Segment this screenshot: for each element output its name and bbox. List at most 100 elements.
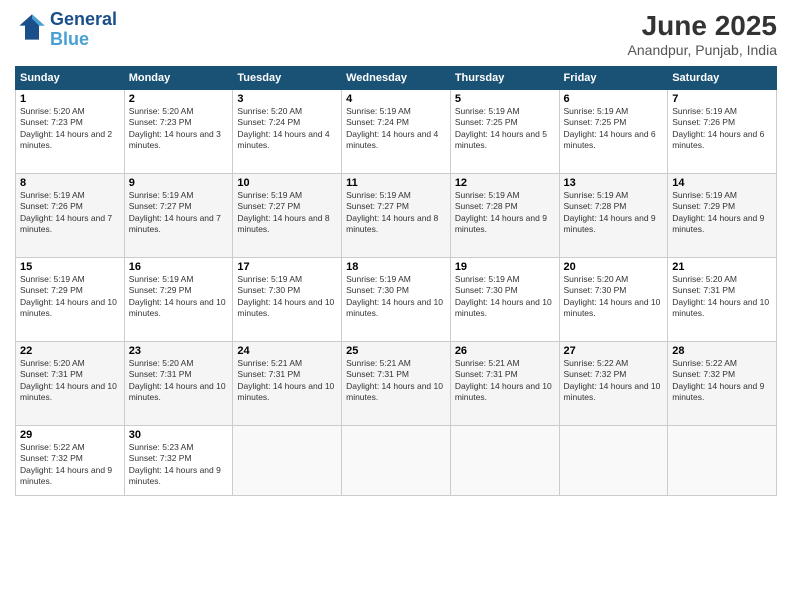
day-number: 4 (346, 93, 446, 105)
day-info: Sunrise: 5:22 AMSunset: 7:32 PMDaylight:… (564, 358, 664, 404)
day-info: Sunrise: 5:19 AMSunset: 7:27 PMDaylight:… (129, 190, 229, 236)
day-number: 3 (237, 93, 337, 105)
day-cell: 23 Sunrise: 5:20 AMSunset: 7:31 PMDaylig… (124, 342, 233, 426)
day-info: Sunrise: 5:19 AMSunset: 7:24 PMDaylight:… (346, 106, 446, 152)
day-number: 7 (672, 93, 772, 105)
day-cell (342, 426, 451, 496)
day-cell: 11 Sunrise: 5:19 AMSunset: 7:27 PMDaylig… (342, 174, 451, 258)
day-cell: 28 Sunrise: 5:22 AMSunset: 7:32 PMDaylig… (668, 342, 777, 426)
day-number: 15 (20, 261, 120, 273)
day-info: Sunrise: 5:19 AMSunset: 7:27 PMDaylight:… (346, 190, 446, 236)
col-header-monday: Monday (124, 67, 233, 90)
day-cell: 20 Sunrise: 5:20 AMSunset: 7:30 PMDaylig… (559, 258, 668, 342)
calendar-subtitle: Anandpur, Punjab, India (628, 42, 777, 58)
day-cell: 12 Sunrise: 5:19 AMSunset: 7:28 PMDaylig… (450, 174, 559, 258)
day-number: 23 (129, 345, 229, 357)
day-number: 9 (129, 177, 229, 189)
day-info: Sunrise: 5:19 AMSunset: 7:25 PMDaylight:… (455, 106, 555, 152)
day-number: 28 (672, 345, 772, 357)
day-cell: 22 Sunrise: 5:20 AMSunset: 7:31 PMDaylig… (16, 342, 125, 426)
day-number: 8 (20, 177, 120, 189)
day-cell: 25 Sunrise: 5:21 AMSunset: 7:31 PMDaylig… (342, 342, 451, 426)
day-info: Sunrise: 5:19 AMSunset: 7:30 PMDaylight:… (455, 274, 555, 320)
col-header-friday: Friday (559, 67, 668, 90)
day-number: 22 (20, 345, 120, 357)
day-cell: 13 Sunrise: 5:19 AMSunset: 7:28 PMDaylig… (559, 174, 668, 258)
day-cell: 14 Sunrise: 5:19 AMSunset: 7:29 PMDaylig… (668, 174, 777, 258)
day-cell: 4 Sunrise: 5:19 AMSunset: 7:24 PMDayligh… (342, 90, 451, 174)
day-info: Sunrise: 5:19 AMSunset: 7:25 PMDaylight:… (564, 106, 664, 152)
day-cell: 21 Sunrise: 5:20 AMSunset: 7:31 PMDaylig… (668, 258, 777, 342)
logo: General Blue (15, 10, 117, 50)
day-number: 29 (20, 429, 120, 441)
day-info: Sunrise: 5:20 AMSunset: 7:31 PMDaylight:… (129, 358, 229, 404)
day-info: Sunrise: 5:20 AMSunset: 7:23 PMDaylight:… (20, 106, 120, 152)
day-info: Sunrise: 5:19 AMSunset: 7:30 PMDaylight:… (237, 274, 337, 320)
day-number: 17 (237, 261, 337, 273)
day-cell: 27 Sunrise: 5:22 AMSunset: 7:32 PMDaylig… (559, 342, 668, 426)
day-number: 20 (564, 261, 664, 273)
day-cell: 10 Sunrise: 5:19 AMSunset: 7:27 PMDaylig… (233, 174, 342, 258)
week-row-2: 8 Sunrise: 5:19 AMSunset: 7:26 PMDayligh… (16, 174, 777, 258)
day-info: Sunrise: 5:19 AMSunset: 7:28 PMDaylight:… (455, 190, 555, 236)
day-number: 5 (455, 93, 555, 105)
day-number: 16 (129, 261, 229, 273)
day-info: Sunrise: 5:20 AMSunset: 7:31 PMDaylight:… (672, 274, 772, 320)
day-number: 14 (672, 177, 772, 189)
page: General Blue June 2025 Anandpur, Punjab,… (0, 0, 792, 612)
day-number: 25 (346, 345, 446, 357)
day-cell: 9 Sunrise: 5:19 AMSunset: 7:27 PMDayligh… (124, 174, 233, 258)
day-info: Sunrise: 5:20 AMSunset: 7:30 PMDaylight:… (564, 274, 664, 320)
day-cell: 7 Sunrise: 5:19 AMSunset: 7:26 PMDayligh… (668, 90, 777, 174)
day-number: 2 (129, 93, 229, 105)
logo-text-blue: Blue (50, 30, 117, 50)
day-number: 13 (564, 177, 664, 189)
col-header-tuesday: Tuesday (233, 67, 342, 90)
day-info: Sunrise: 5:19 AMSunset: 7:29 PMDaylight:… (129, 274, 229, 320)
header-row: SundayMondayTuesdayWednesdayThursdayFrid… (16, 67, 777, 90)
day-info: Sunrise: 5:21 AMSunset: 7:31 PMDaylight:… (346, 358, 446, 404)
day-info: Sunrise: 5:21 AMSunset: 7:31 PMDaylight:… (237, 358, 337, 404)
day-cell: 26 Sunrise: 5:21 AMSunset: 7:31 PMDaylig… (450, 342, 559, 426)
calendar-title: June 2025 (628, 10, 777, 42)
day-cell (233, 426, 342, 496)
logo-text-general: General (50, 10, 117, 30)
day-info: Sunrise: 5:19 AMSunset: 7:29 PMDaylight:… (672, 190, 772, 236)
week-row-4: 22 Sunrise: 5:20 AMSunset: 7:31 PMDaylig… (16, 342, 777, 426)
day-cell (559, 426, 668, 496)
day-cell (668, 426, 777, 496)
day-info: Sunrise: 5:20 AMSunset: 7:23 PMDaylight:… (129, 106, 229, 152)
day-cell: 29 Sunrise: 5:22 AMSunset: 7:32 PMDaylig… (16, 426, 125, 496)
day-cell: 19 Sunrise: 5:19 AMSunset: 7:30 PMDaylig… (450, 258, 559, 342)
day-number: 24 (237, 345, 337, 357)
col-header-wednesday: Wednesday (342, 67, 451, 90)
day-info: Sunrise: 5:20 AMSunset: 7:31 PMDaylight:… (20, 358, 120, 404)
day-cell: 30 Sunrise: 5:23 AMSunset: 7:32 PMDaylig… (124, 426, 233, 496)
day-info: Sunrise: 5:23 AMSunset: 7:32 PMDaylight:… (129, 442, 229, 488)
day-number: 30 (129, 429, 229, 441)
week-row-5: 29 Sunrise: 5:22 AMSunset: 7:32 PMDaylig… (16, 426, 777, 496)
day-cell: 6 Sunrise: 5:19 AMSunset: 7:25 PMDayligh… (559, 90, 668, 174)
logo-icon (18, 13, 46, 41)
day-cell: 2 Sunrise: 5:20 AMSunset: 7:23 PMDayligh… (124, 90, 233, 174)
col-header-saturday: Saturday (668, 67, 777, 90)
day-number: 6 (564, 93, 664, 105)
day-info: Sunrise: 5:19 AMSunset: 7:26 PMDaylight:… (672, 106, 772, 152)
day-number: 19 (455, 261, 555, 273)
day-cell: 18 Sunrise: 5:19 AMSunset: 7:30 PMDaylig… (342, 258, 451, 342)
day-info: Sunrise: 5:21 AMSunset: 7:31 PMDaylight:… (455, 358, 555, 404)
header: General Blue June 2025 Anandpur, Punjab,… (15, 10, 777, 58)
day-cell: 5 Sunrise: 5:19 AMSunset: 7:25 PMDayligh… (450, 90, 559, 174)
day-cell (450, 426, 559, 496)
day-info: Sunrise: 5:19 AMSunset: 7:30 PMDaylight:… (346, 274, 446, 320)
day-number: 27 (564, 345, 664, 357)
day-number: 11 (346, 177, 446, 189)
day-number: 26 (455, 345, 555, 357)
day-cell: 8 Sunrise: 5:19 AMSunset: 7:26 PMDayligh… (16, 174, 125, 258)
day-cell: 1 Sunrise: 5:20 AMSunset: 7:23 PMDayligh… (16, 90, 125, 174)
day-number: 12 (455, 177, 555, 189)
day-info: Sunrise: 5:20 AMSunset: 7:24 PMDaylight:… (237, 106, 337, 152)
title-block: June 2025 Anandpur, Punjab, India (628, 10, 777, 58)
day-info: Sunrise: 5:19 AMSunset: 7:28 PMDaylight:… (564, 190, 664, 236)
day-cell: 17 Sunrise: 5:19 AMSunset: 7:30 PMDaylig… (233, 258, 342, 342)
